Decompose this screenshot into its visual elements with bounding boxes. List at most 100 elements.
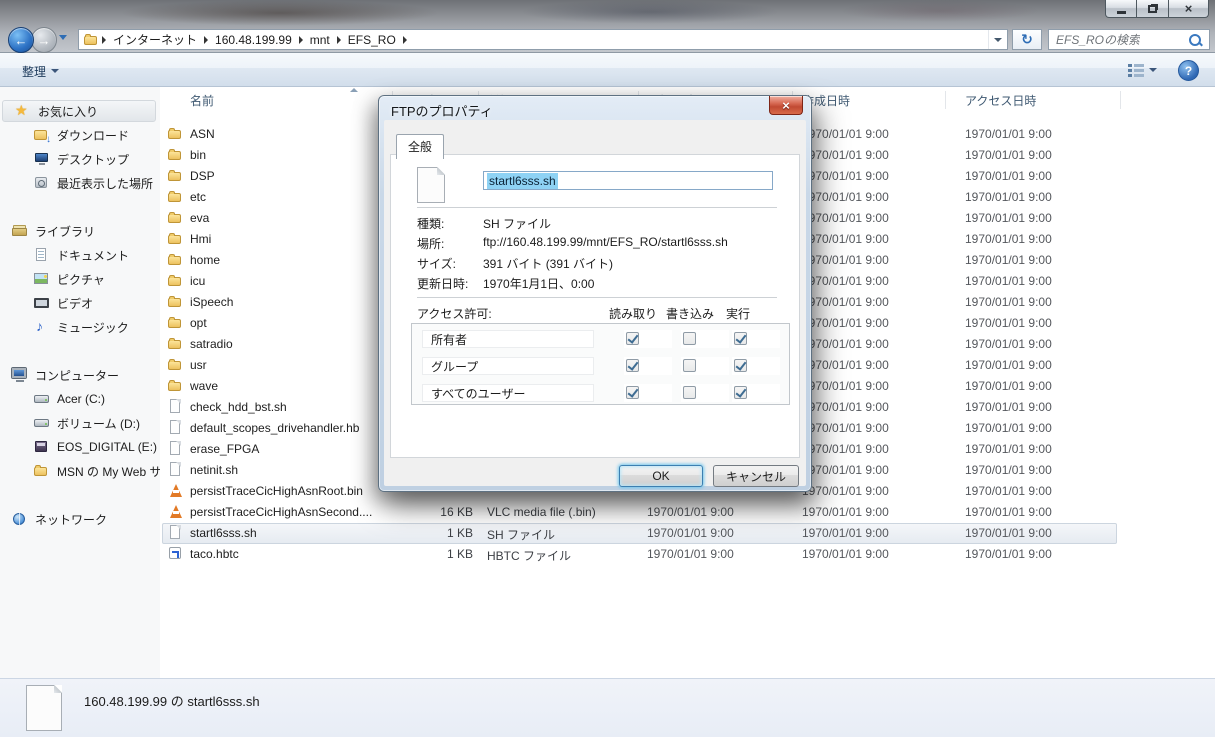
sidebar-item-music[interactable]: ミュージック	[0, 316, 160, 338]
recent-places-icon	[34, 175, 50, 191]
vlc-icon	[168, 483, 184, 499]
sidebar-item-msn-folder[interactable]: MSN の My Web サ	[0, 460, 160, 482]
folder-icon	[168, 168, 184, 184]
restore-button[interactable]	[1137, 0, 1169, 18]
organize-button[interactable]: 整理	[14, 61, 67, 81]
sidebar-item-desktop[interactable]: デスクトップ	[0, 148, 160, 170]
dialog-close-button[interactable]: ×	[769, 96, 803, 115]
refresh-button[interactable]: ↻	[1012, 29, 1042, 50]
file-accessed: 1970/01/01 9:00	[965, 295, 1052, 309]
sidebar-item-pictures[interactable]: ピクチャ	[0, 268, 160, 290]
dialog-field-label: 更新日時:	[417, 277, 469, 291]
sidebar-item-network[interactable]: ネットワーク	[0, 508, 160, 530]
file-type: SH ファイル	[487, 528, 556, 542]
read-checkbox[interactable]	[626, 386, 639, 399]
libraries-icon	[12, 223, 28, 239]
tab-general[interactable]: 全般	[396, 134, 445, 159]
breadcrumb-item[interactable]: mnt	[305, 33, 335, 47]
address-dropdown-button[interactable]	[988, 30, 1007, 49]
views-button[interactable]	[1128, 63, 1157, 77]
file-accessed: 1970/01/01 9:00	[965, 253, 1052, 267]
sidebar-item-label: ミュージック	[57, 320, 129, 335]
file-name: default_scopes_drivehandler.hb	[190, 421, 360, 435]
file-name: usr	[190, 358, 207, 372]
sidebar-item-recent-places[interactable]: 最近表示した場所	[0, 172, 160, 194]
sidebar-item-computer[interactable]: コンピューター	[0, 364, 160, 386]
cancel-button[interactable]: キャンセル	[713, 465, 799, 487]
read-checkbox[interactable]	[626, 359, 639, 372]
breadcrumb-item[interactable]: EFS_RO	[343, 33, 401, 47]
folder-icon	[168, 126, 184, 142]
file-name: Hmi	[190, 232, 212, 246]
permission-column-header: 読み取り	[609, 307, 658, 321]
forward-button[interactable]: →	[31, 27, 57, 53]
sidebar-item-favorites[interactable]: お気に入り	[2, 100, 156, 122]
organize-label: 整理	[22, 64, 47, 79]
execute-checkbox[interactable]	[734, 332, 747, 345]
search-box[interactable]: EFS_ROの検索	[1048, 29, 1210, 50]
file-created: 1970/01/01 9:00	[802, 295, 889, 309]
file-name: taco.hbtc	[190, 547, 239, 561]
permission-row-label: すべてのユーザー	[422, 384, 594, 402]
file-row[interactable]: taco.hbtc 1 KB HBTC ファイル 1970/01/01 9:00 197…	[160, 544, 1215, 565]
write-checkbox[interactable]	[683, 386, 696, 399]
back-button[interactable]: ←	[8, 27, 34, 53]
sidebar-item-drive-c[interactable]: Acer (C:)	[0, 388, 160, 410]
details-text: 160.48.199.99 の startl6sss.sh	[84, 694, 260, 709]
folder-icon	[168, 294, 184, 310]
breadcrumb-item[interactable]: インターネット	[108, 31, 202, 48]
folder-icon	[168, 273, 184, 289]
sidebar-item-label: ライブラリ	[35, 224, 96, 239]
breadcrumb-item[interactable]: 160.48.199.99	[210, 33, 297, 47]
permission-cell	[681, 330, 729, 348]
permission-column-header: 実行	[726, 307, 751, 321]
vlc-icon	[168, 504, 184, 520]
folder-icon	[168, 378, 184, 394]
search-placeholder: EFS_ROの検索	[1056, 33, 1141, 47]
read-checkbox[interactable]	[626, 332, 639, 345]
general-tab-page: startl6sss.sh 種類: SH ファイル 場所: ftp://160.48.…	[390, 154, 800, 458]
file-name: check_hdd_bst.sh	[190, 400, 287, 414]
file-accessed: 1970/01/01 9:00	[965, 526, 1052, 540]
file-accessed: 1970/01/01 9:00	[965, 211, 1052, 225]
window-close-button[interactable]: ×	[1169, 0, 1209, 18]
sidebar-item-drive-d[interactable]: ボリューム (D:)	[0, 412, 160, 434]
file-row[interactable]: persistTraceCicHighAsnSecond.... 16 KB VLC…	[160, 502, 1215, 523]
execute-checkbox[interactable]	[734, 386, 747, 399]
address-bar[interactable]: インターネット 160.48.199.99 mnt EFS_RO	[78, 29, 1008, 50]
breadcrumb-separator-icon	[402, 35, 407, 44]
ok-button[interactable]: OK	[619, 465, 703, 487]
sidebar-item-videos[interactable]: ビデオ	[0, 292, 160, 314]
execute-checkbox[interactable]	[734, 359, 747, 372]
file-row[interactable]: startl6sss.sh 1 KB SH ファイル 1970/01/01 9:00 1…	[160, 523, 1215, 544]
window-titlebar: × ← → インターネット 160.48.199.99 mnt EFS_RO ↻ EF…	[0, 0, 1215, 53]
file-created: 1970/01/01 9:00	[802, 316, 889, 330]
sidebar-item-label: ボリューム (D:)	[57, 416, 140, 431]
write-checkbox[interactable]	[683, 332, 696, 345]
sidebar-item-label: ドキュメント	[57, 248, 130, 263]
minimize-button[interactable]	[1105, 0, 1137, 18]
file-size: 1 KB	[446, 547, 473, 561]
file-name: bin	[190, 148, 207, 162]
file-created: 1970/01/01 9:00	[802, 253, 889, 267]
sidebar-item-downloads[interactable]: ダウンロード	[0, 124, 160, 146]
sidebar-item-label: 最近表示した場所	[57, 176, 154, 191]
recent-pages-dropdown-icon[interactable]	[59, 35, 67, 40]
filename-input[interactable]: startl6sss.sh	[483, 171, 773, 190]
file-created: 1970/01/01 9:00	[802, 337, 889, 351]
help-button[interactable]: ?	[1178, 60, 1199, 81]
sidebar-item-label: ピクチャ	[57, 272, 105, 287]
file-created: 1970/01/01 9:00	[802, 505, 889, 519]
sidebar-item-documents[interactable]: ドキュメント	[0, 244, 160, 266]
file-name: home	[190, 253, 221, 267]
sidebar-item-libraries[interactable]: ライブラリ	[0, 220, 160, 242]
file-name: persistTraceCicHighAsnRoot.bin	[190, 484, 363, 498]
downloads-icon	[34, 127, 51, 145]
file-name: icu	[190, 274, 206, 288]
dialog-field-value: 1970年1月1日、0:00	[483, 277, 595, 291]
file-accessed: 1970/01/01 9:00	[965, 232, 1052, 246]
sidebar-item-drive-e[interactable]: EOS_DIGITAL (E:)	[0, 436, 160, 458]
write-checkbox[interactable]	[683, 359, 696, 372]
breadcrumb-separator-icon	[298, 35, 303, 44]
permission-cell	[732, 357, 780, 375]
